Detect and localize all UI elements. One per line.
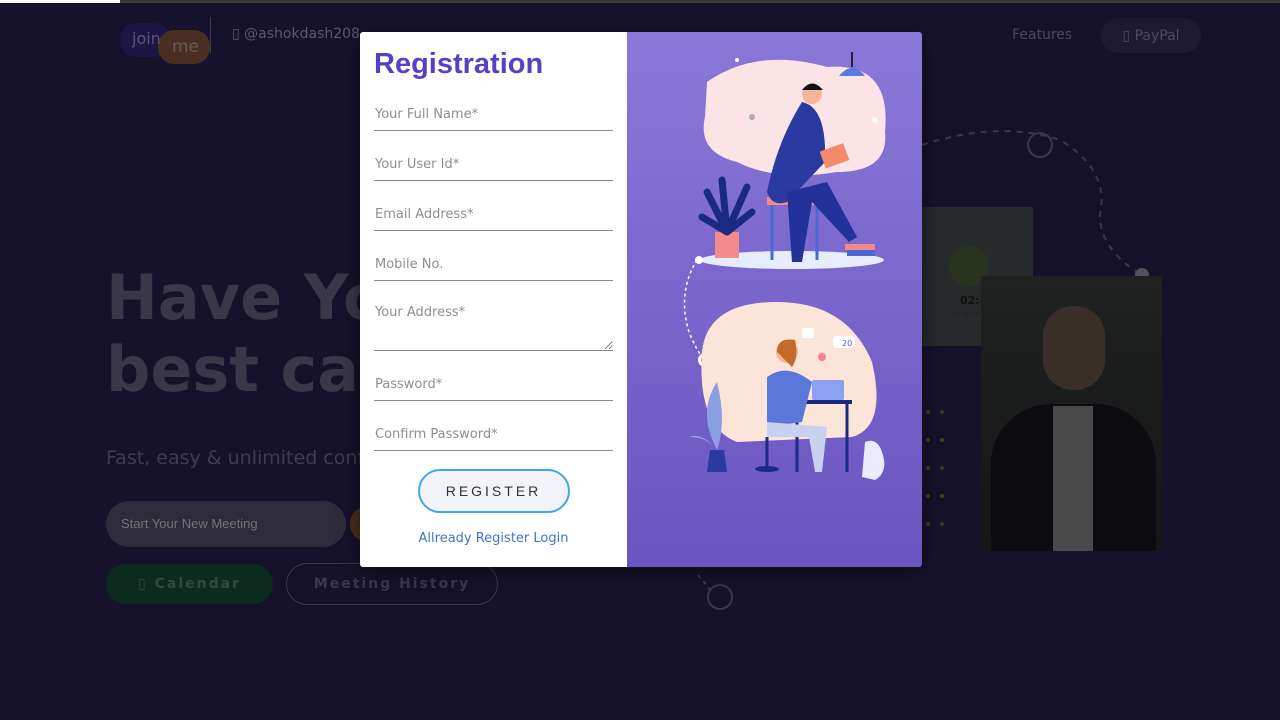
like-icon (802, 328, 814, 338)
password-input[interactable] (374, 369, 613, 401)
confirm-password-input[interactable] (374, 419, 613, 451)
full-name-input[interactable] (374, 99, 613, 131)
email-input[interactable] (374, 199, 613, 231)
mobile-input[interactable] (374, 249, 613, 281)
register-button[interactable]: REGISTER (417, 469, 570, 513)
illustration-svg: 20 (683, 52, 886, 480)
registration-modal: Registration REGISTER Allready Register … (360, 32, 922, 567)
modal-title: Registration (374, 48, 544, 80)
address-input[interactable] (374, 299, 613, 351)
login-link[interactable]: Allready Register Login (374, 531, 613, 546)
registration-illustration: 20 (627, 32, 922, 567)
heart-icon (818, 353, 826, 361)
registration-form: Registration REGISTER Allready Register … (360, 32, 627, 567)
phone-icon (1027, 132, 1053, 158)
likes-badge: 20 (842, 339, 852, 348)
send-icon (707, 584, 733, 610)
person-photo (981, 276, 1162, 551)
user-id-input[interactable] (374, 149, 613, 181)
